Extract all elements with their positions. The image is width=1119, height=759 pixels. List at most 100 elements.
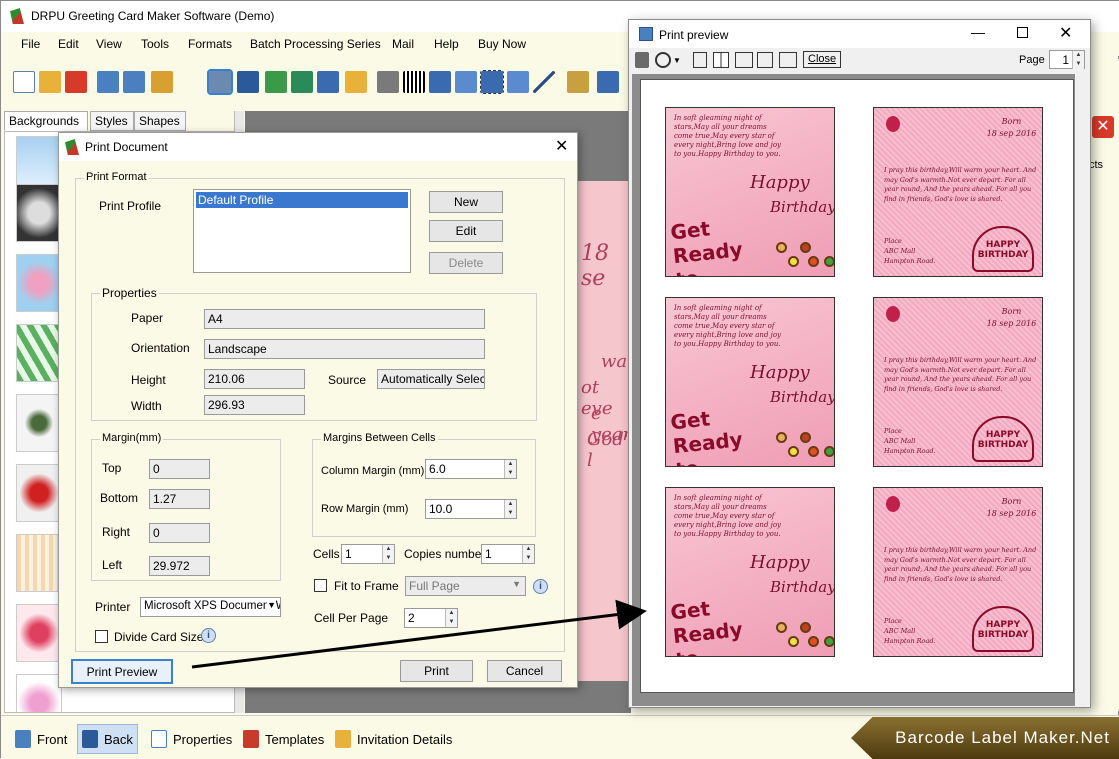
menu-help[interactable]: Help — [434, 37, 459, 51]
delete-icon[interactable]: ✕ — [1092, 116, 1114, 138]
invitation-label: Invitation Details — [357, 731, 453, 747]
menu-tools[interactable]: Tools — [141, 37, 169, 51]
menu-file[interactable]: File — [21, 37, 40, 51]
properties-button[interactable]: Properties — [147, 724, 236, 754]
spin-arrows-icon[interactable]: ▲ ▼ — [445, 609, 457, 627]
four-pages-icon[interactable] — [757, 52, 773, 68]
width-field[interactable]: 296.93 — [204, 395, 305, 415]
height-field[interactable]: 210.06 — [204, 369, 305, 389]
line-icon[interactable] — [533, 71, 555, 93]
print-icon[interactable] — [635, 52, 649, 68]
edit-profile-button[interactable]: Edit — [429, 220, 503, 242]
menu-view[interactable]: View — [96, 37, 122, 51]
chevron-down-icon[interactable]: ▼ — [673, 56, 681, 72]
save-icon[interactable] — [97, 71, 119, 93]
shapes-icon[interactable] — [345, 71, 367, 93]
word-art-icon[interactable] — [455, 71, 477, 93]
cell-per-page-stepper[interactable]: 2 ▲ ▼ — [404, 608, 458, 628]
column-margin-stepper[interactable]: 6.0 ▲ ▼ — [425, 459, 517, 479]
close-icon[interactable]: ✕ — [1059, 26, 1072, 42]
right-margin-field[interactable]: 0 — [149, 523, 210, 543]
thumbnail-hearts[interactable] — [16, 604, 62, 662]
menu-edit[interactable]: Edit — [58, 37, 79, 51]
card-happy-text: Happy — [750, 362, 810, 383]
new-profile-button[interactable]: New — [429, 191, 503, 213]
thumbnail-stones[interactable] — [16, 184, 62, 242]
spin-arrows-icon[interactable]: ▲ ▼ — [382, 545, 394, 563]
paper-field[interactable]: A4 — [204, 309, 485, 329]
save-as-icon[interactable] — [123, 71, 145, 93]
thumbnail-stripes[interactable] — [16, 534, 62, 592]
text-icon[interactable] — [429, 71, 451, 93]
undo-icon[interactable] — [597, 71, 619, 93]
tab-shapes[interactable]: Shapes — [134, 111, 186, 131]
open-folder-icon[interactable] — [39, 71, 61, 93]
thumbnail-floral[interactable] — [16, 254, 62, 312]
spin-arrows-icon[interactable]: ▲ ▼ — [1072, 51, 1084, 69]
spin-arrows-icon[interactable]: ▲ ▼ — [504, 460, 516, 478]
two-pages-icon[interactable] — [713, 52, 729, 68]
row-margin-stepper[interactable]: 10.0 ▲ ▼ — [425, 499, 517, 519]
info-icon[interactable]: i — [201, 628, 216, 643]
tab-backgrounds[interactable]: Backgrounds — [4, 111, 88, 131]
close-file-icon[interactable] — [65, 71, 87, 93]
maximize-icon[interactable] — [1017, 27, 1028, 38]
image-icon[interactable] — [265, 71, 287, 93]
front-button[interactable]: Front — [11, 724, 71, 754]
insert-picture-icon[interactable] — [291, 71, 313, 93]
info-icon[interactable]: i — [533, 579, 548, 594]
copies-number-stepper[interactable]: 1 ▲ ▼ — [481, 544, 535, 564]
print-icon[interactable] — [207, 69, 233, 95]
profile-item-default[interactable]: Default Profile — [196, 192, 408, 208]
thumbnail-christmas[interactable] — [16, 464, 62, 522]
zoom-icon[interactable] — [655, 52, 671, 68]
print-setup-icon[interactable] — [237, 71, 259, 93]
tab-styles[interactable]: Styles — [90, 111, 134, 131]
six-pages-icon[interactable] — [779, 52, 797, 68]
symbol-icon[interactable] — [377, 71, 399, 93]
close-preview-button[interactable]: Close — [803, 51, 842, 68]
printer-select[interactable]: Microsoft XPS Document Writer ▼ — [140, 597, 281, 617]
orientation-field[interactable]: Landscape — [204, 339, 485, 359]
right-panel-tab[interactable]: cts — [1089, 159, 1103, 171]
delete-profile-button[interactable]: Delete — [429, 252, 503, 274]
minimize-icon[interactable]: — — [971, 24, 985, 40]
one-page-icon[interactable] — [693, 52, 707, 68]
spin-arrows-icon[interactable]: ▲ ▼ — [504, 500, 516, 518]
close-icon[interactable]: ✕ — [555, 139, 568, 155]
thumbnail-trees[interactable] — [16, 324, 62, 382]
menu-batch-processing[interactable]: Batch Processing Series — [250, 37, 381, 51]
card-venue: ABC Mall — [884, 247, 916, 255]
fit-to-frame-select[interactable]: Full Page ▼ — [405, 576, 526, 596]
top-margin-field[interactable]: 0 — [149, 459, 210, 479]
spin-arrows-icon[interactable]: ▲ ▼ — [522, 545, 534, 563]
menu-formats[interactable]: Formats — [188, 37, 232, 51]
print-profile-list[interactable]: Default Profile — [193, 189, 411, 273]
three-pages-icon[interactable] — [735, 52, 753, 68]
barcode-icon[interactable] — [403, 71, 425, 93]
email-icon[interactable] — [507, 71, 529, 93]
cells-stepper[interactable]: 1 ▲ ▼ — [341, 544, 395, 564]
signature-icon[interactable] — [480, 70, 504, 94]
pen-icon[interactable] — [317, 71, 339, 93]
menu-buy-now[interactable]: Buy Now — [478, 37, 526, 51]
page-stepper[interactable]: 1 ▲ ▼ — [1049, 50, 1085, 69]
bottom-margin-field[interactable]: 1.27 — [149, 489, 210, 509]
preview-scrollbar[interactable] — [1075, 74, 1090, 706]
cancel-button[interactable]: Cancel — [487, 660, 562, 682]
left-margin-field[interactable]: 29.972 — [149, 556, 210, 576]
print-preview-button[interactable]: Print Preview — [71, 659, 173, 684]
invitation-details-button[interactable]: Invitation Details — [331, 724, 456, 754]
source-field[interactable]: Automatically Select — [377, 369, 485, 389]
print-button[interactable]: Print — [400, 660, 473, 682]
database-icon[interactable] — [567, 71, 589, 93]
export-icon[interactable] — [151, 71, 173, 93]
thumbnail-ornament[interactable] — [16, 394, 62, 452]
fit-to-frame-checkbox[interactable] — [314, 579, 327, 592]
thumbnail-flowers[interactable] — [16, 674, 62, 712]
new-file-icon[interactable] — [13, 71, 35, 93]
templates-button[interactable]: Templates — [239, 724, 328, 754]
back-button[interactable]: Back — [77, 724, 138, 754]
divide-card-size-checkbox[interactable] — [95, 630, 108, 643]
menu-mail[interactable]: Mail — [392, 37, 414, 51]
